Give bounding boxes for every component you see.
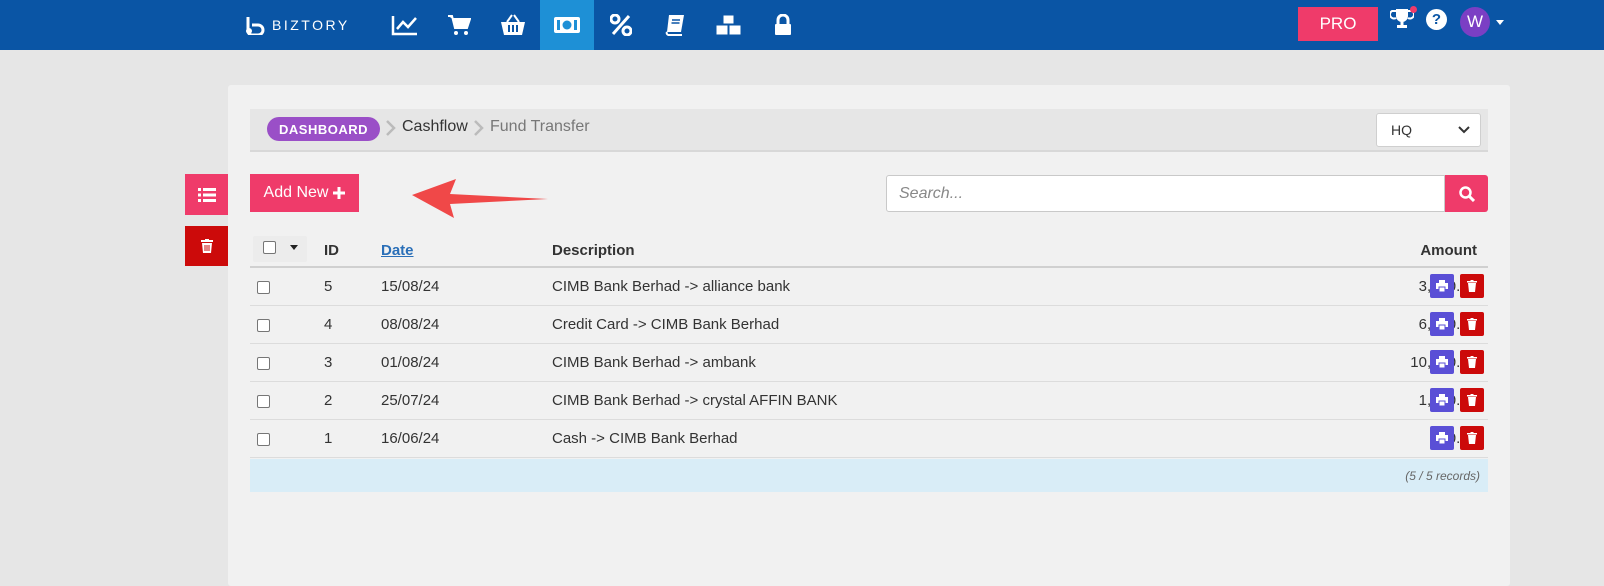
cell-id: 4: [324, 316, 333, 333]
row-checkbox[interactable]: [257, 319, 270, 332]
breadcrumb-dashboard[interactable]: DASHBOARD: [267, 117, 380, 141]
delete-button[interactable]: [1460, 426, 1484, 450]
print-icon: [1436, 356, 1448, 368]
cell-id: 3: [324, 354, 333, 371]
delete-button[interactable]: [1460, 388, 1484, 412]
cell-date: 15/08/24: [381, 278, 440, 295]
nav-chart-line-icon[interactable]: [378, 0, 432, 50]
table-row[interactable]: 5 15/08/24 CIMB Bank Berhad -> alliance …: [250, 268, 1488, 306]
search-icon: [1458, 185, 1475, 202]
chevron-down-icon: [1458, 126, 1470, 134]
nav-percent-icon[interactable]: [594, 0, 648, 50]
branch-select-value: HQ: [1391, 122, 1412, 138]
cell-date: 16/06/24: [381, 430, 440, 447]
row-checkbox[interactable]: [257, 357, 270, 370]
print-icon: [1436, 432, 1448, 444]
search-input[interactable]: [886, 175, 1445, 212]
print-icon: [1436, 280, 1448, 292]
app-name: BIZTORY: [272, 17, 350, 33]
deleted-items-button[interactable]: [185, 226, 228, 266]
cell-description: CIMB Bank Berhad -> alliance bank: [552, 278, 791, 295]
chevron-down-icon[interactable]: [1496, 20, 1504, 25]
table-row[interactable]: 2 25/07/24 CIMB Bank Berhad -> crystal A…: [250, 382, 1488, 420]
pro-button[interactable]: PRO: [1298, 7, 1378, 41]
cell-amount: 10,000.00: [1327, 354, 1477, 371]
help-icon[interactable]: ?: [1426, 9, 1447, 30]
delete-button[interactable]: [1460, 312, 1484, 336]
cell-description: CIMB Bank Berhad -> crystal AFFIN BANK: [552, 392, 838, 409]
table-row[interactable]: 4 08/08/24 Credit Card -> CIMB Bank Berh…: [250, 306, 1488, 344]
print-button[interactable]: [1430, 274, 1454, 298]
trash-icon: [1467, 432, 1477, 444]
top-navbar: BIZTORY PRO ? W: [0, 0, 1604, 50]
nav-lock-icon[interactable]: [756, 0, 810, 50]
search-button[interactable]: [1445, 175, 1488, 212]
column-header-description: Description: [552, 242, 635, 259]
logo-icon: [246, 17, 265, 35]
trash-icon: [1467, 394, 1477, 406]
table-footer: (5 / 5 records): [250, 459, 1488, 492]
table-header: ID Date Description Amount: [250, 234, 1488, 268]
caret-down-icon[interactable]: [290, 245, 298, 250]
nav-basket-icon[interactable]: [486, 0, 540, 50]
table-row[interactable]: 1 16/06/24 Cash -> CIMB Bank Berhad 50.0…: [250, 420, 1488, 458]
nav-boxes-icon[interactable]: [702, 0, 756, 50]
print-icon: [1436, 318, 1448, 330]
user-avatar[interactable]: W: [1460, 7, 1490, 37]
row-checkbox[interactable]: [257, 433, 270, 446]
bulk-select-dropdown[interactable]: [253, 236, 307, 262]
print-button[interactable]: [1430, 388, 1454, 412]
notification-dot: [1410, 6, 1417, 13]
select-all-checkbox[interactable]: [263, 241, 276, 254]
nav-money-icon[interactable]: [540, 0, 594, 50]
cell-date: 01/08/24: [381, 354, 440, 371]
print-button[interactable]: [1430, 312, 1454, 336]
chevron-right-icon: [474, 120, 484, 136]
nav-book-icon[interactable]: [648, 0, 702, 50]
app-logo[interactable]: BIZTORY: [244, 12, 350, 38]
breadcrumb-current: Fund Transfer: [490, 118, 590, 135]
cell-description: Credit Card -> CIMB Bank Berhad: [552, 316, 780, 333]
cell-description: Cash -> CIMB Bank Berhad: [552, 430, 738, 447]
cell-amount: 1,000.00: [1327, 392, 1477, 409]
print-icon: [1436, 394, 1448, 406]
list-view-button[interactable]: [185, 174, 228, 215]
breadcrumb-cashflow[interactable]: Cashflow: [402, 118, 468, 136]
trash-icon: [1467, 318, 1477, 330]
annotation-arrow-icon: [412, 179, 548, 218]
cell-amount: 6,600.00: [1327, 316, 1477, 333]
print-button[interactable]: [1430, 350, 1454, 374]
list-icon: [197, 187, 216, 202]
cell-date: 25/07/24: [381, 392, 440, 409]
cell-description: CIMB Bank Berhad -> ambank: [552, 354, 756, 371]
cell-date: 08/08/24: [381, 316, 440, 333]
column-header-amount: Amount: [1420, 242, 1477, 259]
print-button[interactable]: [1430, 426, 1454, 450]
cell-amount: 50.00: [1439, 430, 1477, 447]
add-new-label: Add New: [263, 184, 329, 201]
cell-id: 2: [324, 392, 333, 409]
cell-amount: 3,000.00: [1327, 278, 1477, 295]
cell-id: 5: [324, 278, 333, 295]
delete-button[interactable]: [1460, 350, 1484, 374]
trash-icon: [1467, 356, 1477, 368]
delete-button[interactable]: [1460, 274, 1484, 298]
table-row[interactable]: 3 01/08/24 CIMB Bank Berhad -> ambank 10…: [250, 344, 1488, 382]
cell-id: 1: [324, 430, 333, 447]
plus-icon: [333, 187, 346, 199]
trash-icon: [1467, 280, 1477, 292]
trash-icon: [200, 239, 213, 253]
column-header-id: ID: [324, 242, 339, 259]
add-new-button[interactable]: Add New: [250, 174, 359, 212]
row-checkbox[interactable]: [257, 281, 270, 294]
branch-select[interactable]: HQ: [1376, 113, 1481, 147]
records-count: (5 / 5 records): [1405, 469, 1480, 483]
nav-cart-icon[interactable]: [432, 0, 486, 50]
chevron-right-icon: [386, 120, 396, 136]
column-header-date[interactable]: Date: [381, 242, 414, 259]
row-checkbox[interactable]: [257, 395, 270, 408]
